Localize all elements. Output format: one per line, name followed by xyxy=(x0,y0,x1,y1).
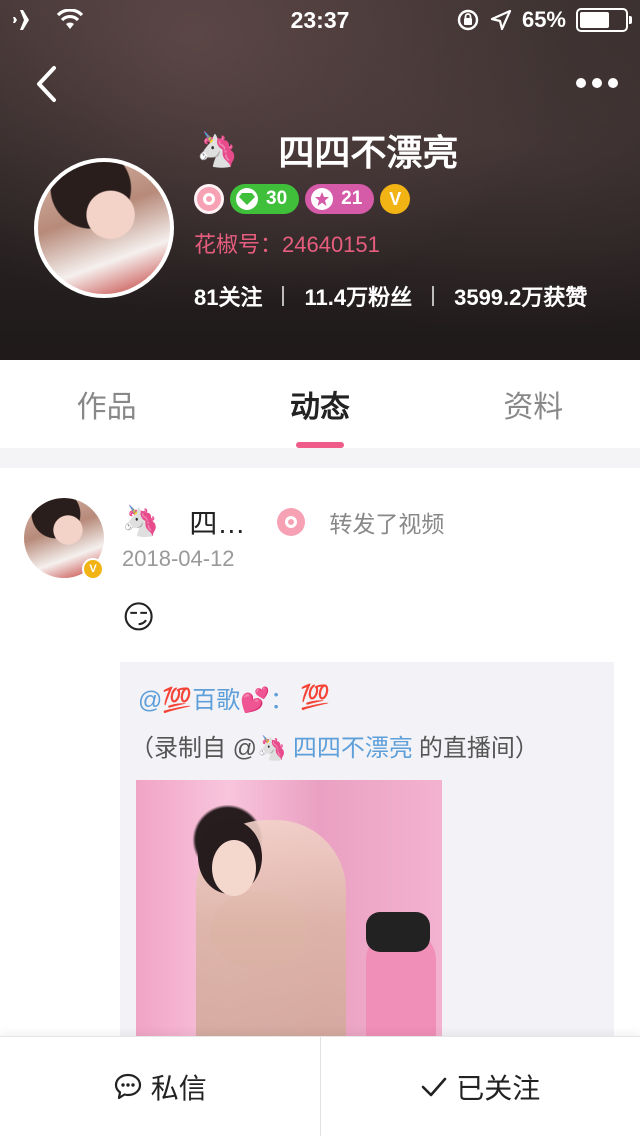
thumbnail-plush-hat xyxy=(366,912,430,952)
post-date: 2018-04-12 xyxy=(122,546,235,571)
battery-icon xyxy=(576,8,632,32)
repost-source-suffix: 的直播间） xyxy=(418,735,539,762)
user-level-badge[interactable] xyxy=(194,184,224,214)
profile-badges: 30 21 V xyxy=(194,184,411,214)
rotation-lock-icon xyxy=(457,9,479,31)
chat-bubble-icon xyxy=(114,1073,141,1099)
tab-info[interactable]: 资料 xyxy=(427,360,640,448)
wealth-level-value: 30 xyxy=(266,188,288,209)
more-dots-icon xyxy=(576,78,586,88)
verified-mini-badge: V xyxy=(82,558,104,580)
status-bar: 23:37 65% xyxy=(0,0,640,40)
moments-feed: V 🦄 四… 转发了视频 2018-04-12 😏 @💯百歌💕： 💯 （录制自 … xyxy=(0,468,640,1036)
thumbnail-face xyxy=(212,840,256,896)
huajiao-id: 花椒号：24640151 xyxy=(194,232,380,257)
repost-mention[interactable]: @💯百歌💕： xyxy=(138,680,294,715)
message-button[interactable]: 私信 xyxy=(0,1037,320,1136)
tab-works[interactable]: 作品 xyxy=(0,360,213,448)
message-label: 私信 xyxy=(150,1072,207,1104)
check-icon xyxy=(421,1077,447,1096)
profile-name-row: 🦄 四四不漂亮 xyxy=(196,124,458,176)
post-author-name[interactable]: 四… xyxy=(189,502,245,542)
back-button[interactable] xyxy=(28,62,64,106)
anchor-level-badge[interactable]: 21 xyxy=(305,184,375,214)
profile-header: 23:37 65% 🦄 四四不漂亮 30 21 V 花椒号：24640151 8… xyxy=(0,0,640,360)
stats-divider xyxy=(282,286,285,306)
unicorn-emoji: 🦄 xyxy=(196,131,239,169)
stats-divider xyxy=(432,286,435,306)
level-ring-icon xyxy=(203,193,215,205)
repost-source-line: （录制自 @🦄 四四不漂亮 的直播间） xyxy=(130,728,539,763)
follow-button[interactable]: 已关注 xyxy=(321,1037,640,1136)
tab-moments[interactable]: 动态 xyxy=(213,360,426,448)
profile-avatar[interactable] xyxy=(34,158,174,298)
profile-name: 四四不漂亮 xyxy=(278,132,459,173)
fans-count[interactable]: 11.4万粉丝 xyxy=(304,280,412,312)
reposted-video-card[interactable]: @💯百歌💕： 💯 （录制自 @🦄 四四不漂亮 的直播间） xyxy=(120,662,614,1036)
more-button[interactable] xyxy=(572,68,622,98)
follow-label: 已关注 xyxy=(456,1072,541,1104)
profile-stats: 81关注 11.4万粉丝 3599.2万获赞 xyxy=(194,280,587,312)
likes-count: 3599.2万获赞 xyxy=(454,285,588,310)
video-thumbnail[interactable] xyxy=(136,780,442,1036)
star-icon xyxy=(311,188,334,210)
diamond-icon xyxy=(236,188,258,210)
repost-mention-tail: 💯 xyxy=(300,684,331,711)
post-level-badge xyxy=(277,508,306,536)
post-header: 🦄 四… 转发了视频 xyxy=(122,502,444,542)
post-action-text: 转发了视频 xyxy=(329,511,445,537)
chevron-left-icon xyxy=(37,66,56,102)
battery-percent: 65% xyxy=(521,7,566,32)
profile-tabs: 作品 动态 资料 xyxy=(0,360,640,448)
level-ring-icon xyxy=(285,516,298,528)
post-content: 😏 xyxy=(122,599,156,635)
repost-mention-line: @💯百歌💕： 💯 xyxy=(138,680,330,715)
wealth-level-badge[interactable]: 30 xyxy=(230,184,300,214)
more-dot xyxy=(592,78,602,88)
status-right: 65% xyxy=(456,7,632,33)
battery-fill xyxy=(580,12,609,28)
repost-source-link[interactable]: 四四不漂亮 xyxy=(293,728,413,763)
more-dot xyxy=(608,78,618,88)
anchor-level-value: 21 xyxy=(341,188,363,209)
section-divider xyxy=(0,448,640,468)
location-arrow-icon xyxy=(490,9,512,31)
repost-source-prefix: （录制自 @🦄 xyxy=(130,735,287,762)
verified-badge[interactable]: V xyxy=(380,184,411,214)
following-count[interactable]: 81关注 xyxy=(194,280,262,312)
bottom-action-bar: 私信 已关注 xyxy=(0,1036,640,1136)
unicorn-emoji: 🦄 xyxy=(122,505,160,538)
